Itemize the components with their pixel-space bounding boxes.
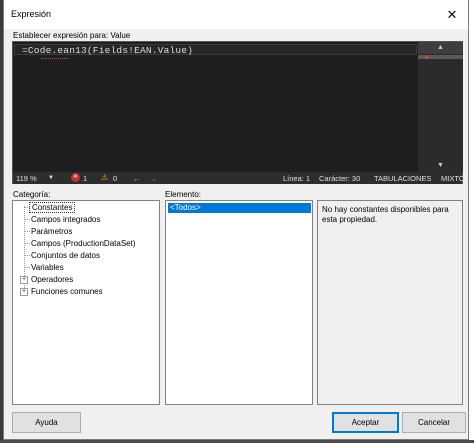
help-button[interactable]: Ayuda	[12, 412, 81, 433]
expression-label: Establecer expresión para: Value	[13, 31, 131, 40]
character-indicator: Carácter: 30	[319, 174, 361, 183]
tree-connector	[24, 267, 30, 268]
warning-icon[interactable]: ⚠	[101, 173, 108, 182]
expand-icon[interactable]: +	[20, 288, 28, 296]
scroll-up-icon[interactable]: ▲	[418, 42, 463, 54]
tree-connector	[24, 243, 30, 244]
expression-dialog: Expresión ✕ Establecer expresión para: V…	[3, 0, 469, 440]
category-tree[interactable]: Constantes Campos integrados Parámetros …	[12, 200, 160, 405]
tree-connector	[24, 231, 30, 232]
error-count: 1	[83, 174, 88, 183]
window-title: Expresión	[11, 9, 52, 19]
error-squiggle	[41, 57, 69, 59]
tree-item-parametros[interactable]: Parámetros	[31, 226, 72, 237]
editor-scrollbar[interactable]: ▲ ▼	[418, 42, 463, 172]
line-indicator: Línea: 1	[283, 174, 311, 183]
element-label: Elemento:	[165, 190, 202, 199]
tabs-indicator[interactable]: TABULACIONES	[374, 174, 431, 183]
description-panel: No hay constantes disponibles para esta …	[317, 200, 463, 405]
zoom-dropdown-icon[interactable]: ▼	[48, 175, 54, 181]
list-item-todos[interactable]: <Todos>	[168, 203, 311, 213]
title-bar[interactable]: Expresión ✕	[4, 0, 468, 29]
close-icon[interactable]: ✕	[442, 5, 462, 25]
tree-connector	[24, 219, 30, 220]
element-list[interactable]: <Todos>	[165, 200, 313, 405]
zoom-level[interactable]: 119 %	[16, 174, 37, 183]
accept-button[interactable]: Aceptar	[332, 412, 399, 433]
tree-item-conjuntos-de-datos[interactable]: Conjuntos de datos	[31, 250, 100, 261]
warning-count: 0	[113, 174, 118, 183]
tree-item-funciones-comunes[interactable]: Funciones comunes	[31, 286, 103, 297]
arrow-right-icon[interactable]: →	[149, 174, 157, 183]
expression-editor[interactable]: =Code.ean13(Fields!EAN.Value) ▲ ▼ 119 % …	[12, 41, 465, 184]
scroll-down-icon[interactable]: ▼	[418, 160, 463, 172]
tree-item-operadores[interactable]: Operadores	[31, 274, 73, 285]
line-ending-indicator[interactable]: MIXTO	[441, 174, 465, 183]
error-icon[interactable]: ✕	[71, 173, 80, 182]
cancel-button[interactable]: Cancelar	[402, 412, 466, 433]
error-marker	[425, 56, 428, 59]
tree-item-variables[interactable]: Variables	[31, 262, 64, 273]
expand-icon[interactable]: +	[20, 276, 28, 284]
editor-status-bar: 119 % ▼ ✕ 1 ⚠ 0 ← → Línea: 1 Carácter: 3…	[13, 172, 465, 184]
category-label: Categoría:	[13, 190, 51, 199]
tree-item-campos-productiondataset[interactable]: Campos (ProductionDataSet)	[31, 238, 136, 249]
tree-item-campos-integrados[interactable]: Campos integrados	[31, 214, 100, 225]
code-area[interactable]: =Code.ean13(Fields!EAN.Value)	[13, 42, 418, 172]
expression-code[interactable]: =Code.ean13(Fields!EAN.Value)	[22, 45, 193, 56]
arrow-left-icon[interactable]: ←	[133, 174, 141, 183]
tree-item-constantes[interactable]: Constantes	[29, 202, 76, 213]
tree-connector	[24, 255, 30, 256]
description-text: No hay constantes disponibles para esta …	[322, 205, 449, 224]
